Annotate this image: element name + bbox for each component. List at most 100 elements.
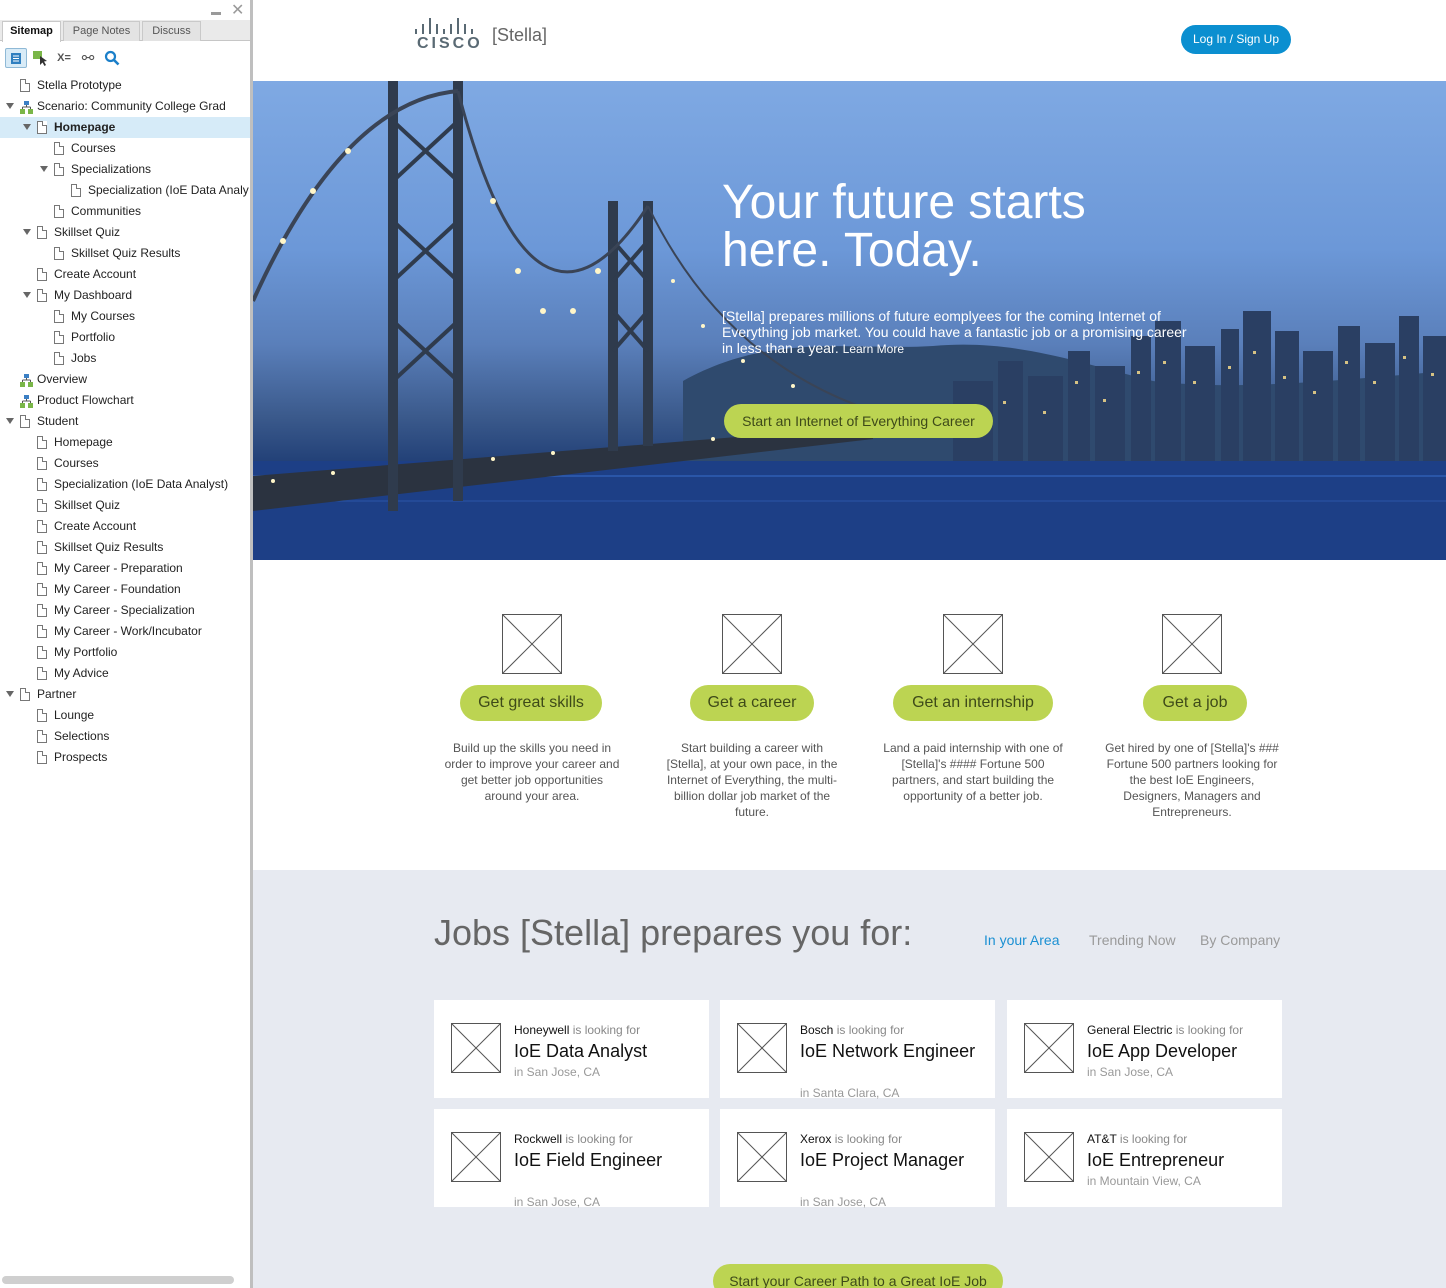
job-role: IoE Data Analyst [514, 1041, 648, 1061]
sitemap-item-label: Skillset Quiz Results [71, 246, 181, 260]
cisco-logo[interactable]: CISCO [413, 18, 480, 54]
sitemap-item[interactable]: Homepage [0, 432, 250, 453]
search-icon[interactable] [101, 48, 123, 68]
sitemap-item[interactable]: My Career - Foundation [0, 579, 250, 600]
flow-icon [20, 394, 33, 408]
sitemap-item[interactable]: My Advice [0, 663, 250, 684]
page-icon [20, 688, 30, 701]
sitemap-item-label: Stella Prototype [37, 78, 122, 92]
job-role: IoE Project Manager [800, 1150, 965, 1170]
sitemap-item[interactable]: Prospects [0, 747, 250, 768]
tab-by-company[interactable]: By Company [1200, 932, 1280, 948]
tab-page-notes[interactable]: Page Notes [63, 21, 140, 41]
link-icon[interactable]: ⚯ [77, 48, 99, 68]
page-icon [20, 79, 30, 92]
sitemap-item[interactable]: My Portfolio [0, 642, 250, 663]
get-an-internship-button[interactable]: Get an internship [893, 685, 1053, 721]
job-location: in Mountain View, CA [1087, 1174, 1201, 1188]
expand-toggle-icon[interactable] [6, 418, 14, 424]
sitemap-item[interactable]: Specializations [0, 159, 250, 180]
hero-title: Your future starts here. Today. [722, 176, 1086, 277]
sitemap-item-label: Prospects [54, 750, 108, 764]
expand-toggle-icon[interactable] [23, 292, 31, 298]
sitemap-item-label: Specialization (IoE Data Analyst) [54, 477, 229, 491]
get-great-skills-button[interactable]: Get great skills [460, 685, 602, 721]
sitemap-item[interactable]: Courses [0, 138, 250, 159]
sitemap-item[interactable]: Skillset Quiz [0, 222, 250, 243]
sitemap-item[interactable]: Create Account [0, 516, 250, 537]
page-icon [37, 562, 47, 575]
page-icon [37, 499, 47, 512]
expand-toggle-icon[interactable] [6, 103, 14, 109]
expand-toggle-icon[interactable] [23, 229, 31, 235]
highlight-interactive-icon[interactable] [29, 48, 51, 68]
job-company: General Electric is looking for [1087, 1023, 1243, 1037]
tab-sitemap[interactable]: Sitemap [2, 21, 61, 42]
sitemap-item[interactable]: Product Flowchart [0, 390, 250, 411]
flow-icon [20, 373, 33, 387]
expand-toggle-icon[interactable] [6, 691, 14, 697]
job-card[interactable]: Xerox is looking for IoE Project Manager i… [720, 1109, 995, 1209]
job-company: Rockwell is looking for [514, 1132, 633, 1146]
sitemap-item[interactable]: Create Account [0, 264, 250, 285]
sitemap-item[interactable]: Lounge [0, 705, 250, 726]
job-location: in San Jose, CA [1087, 1065, 1174, 1079]
sitemap-item[interactable]: Partner [0, 684, 250, 705]
get-a-career-button[interactable]: Get a career [690, 685, 814, 721]
sitemap-item[interactable]: Skillset Quiz Results [0, 243, 250, 264]
sitemap-item[interactable]: Stella Prototype [0, 75, 250, 96]
company-logo-placeholder-icon [1024, 1132, 1074, 1182]
login-signup-button[interactable]: Log In / Sign Up [1181, 25, 1291, 54]
looking-for-text: is looking for [834, 1132, 903, 1146]
looking-for-text: is looking for [1119, 1132, 1188, 1146]
sitemap-item[interactable]: My Career - Preparation [0, 558, 250, 579]
job-card[interactable]: Rockwell is looking for IoE Field Enginee… [434, 1109, 709, 1209]
sitemap-item-label: Homepage [54, 435, 113, 449]
tab-discuss[interactable]: Discuss [142, 21, 201, 41]
expand-toggle-icon[interactable] [40, 166, 48, 172]
job-card[interactable]: Bosch is looking for IoE Network Engineer… [720, 1000, 995, 1100]
close-icon[interactable]: ✕ [231, 2, 244, 20]
sitemap-item[interactable]: Selections [0, 726, 250, 747]
job-card[interactable]: Honeywell is looking for IoE Data Analyst… [434, 1000, 709, 1098]
horizontal-scrollbar[interactable] [2, 1276, 234, 1284]
sitemap-item[interactable]: Specialization (IoE Data Analy [0, 180, 250, 201]
page-icon [37, 646, 47, 659]
sitemap-item[interactable]: Homepage [0, 117, 250, 138]
sitemap-item[interactable]: My Courses [0, 306, 250, 327]
sitemap-item[interactable]: Specialization (IoE Data Analyst) [0, 474, 250, 495]
page-icon [37, 604, 47, 617]
sitemap-item[interactable]: Courses [0, 453, 250, 474]
sitemap-item-label: Homepage [54, 120, 116, 134]
tab-trending-now[interactable]: Trending Now [1089, 932, 1176, 948]
page-icon [37, 751, 47, 764]
sitemap-item[interactable]: Scenario: Community College Grad [0, 96, 250, 117]
page-icon [37, 625, 47, 638]
sitemap-item[interactable]: Skillset Quiz [0, 495, 250, 516]
sitemap-item[interactable]: Jobs [0, 348, 250, 369]
learn-more-link[interactable]: Learn More [843, 342, 904, 356]
sitemap-item[interactable]: Skillset Quiz Results [0, 537, 250, 558]
sitemap-item[interactable]: Communities [0, 201, 250, 222]
cisco-bars-icon [413, 18, 479, 34]
variables-icon[interactable]: X= [53, 48, 75, 68]
sitemap-item[interactable]: My Career - Specialization [0, 600, 250, 621]
page-view-icon[interactable] [5, 48, 27, 68]
sitemap-item-label: My Dashboard [54, 288, 133, 302]
sitemap-item[interactable]: Student [0, 411, 250, 432]
sitemap-item[interactable]: My Dashboard [0, 285, 250, 306]
job-company: Bosch is looking for [800, 1023, 904, 1037]
sitemap-item[interactable]: My Career - Work/Incubator [0, 621, 250, 642]
job-card[interactable]: General Electric is looking for IoE App D… [1007, 1000, 1282, 1098]
sitemap-item[interactable]: Overview [0, 369, 250, 390]
sitemap-item[interactable]: Portfolio [0, 327, 250, 348]
start-career-path-button[interactable]: Start your Career Path to a Great IoE Jo… [713, 1264, 1003, 1288]
get-a-job-button[interactable]: Get a job [1143, 685, 1247, 721]
start-career-button[interactable]: Start an Internet of Everything Career [724, 404, 993, 438]
tab-in-your-area[interactable]: In your Area [984, 932, 1060, 948]
brand-name: [Stella] [492, 25, 548, 45]
expand-toggle-icon[interactable] [23, 124, 31, 130]
company-logo-placeholder-icon [451, 1132, 501, 1182]
image-placeholder-icon [943, 614, 1003, 674]
job-card[interactable]: AT&T is looking for IoE Entrepreneur in Mo… [1007, 1109, 1282, 1207]
